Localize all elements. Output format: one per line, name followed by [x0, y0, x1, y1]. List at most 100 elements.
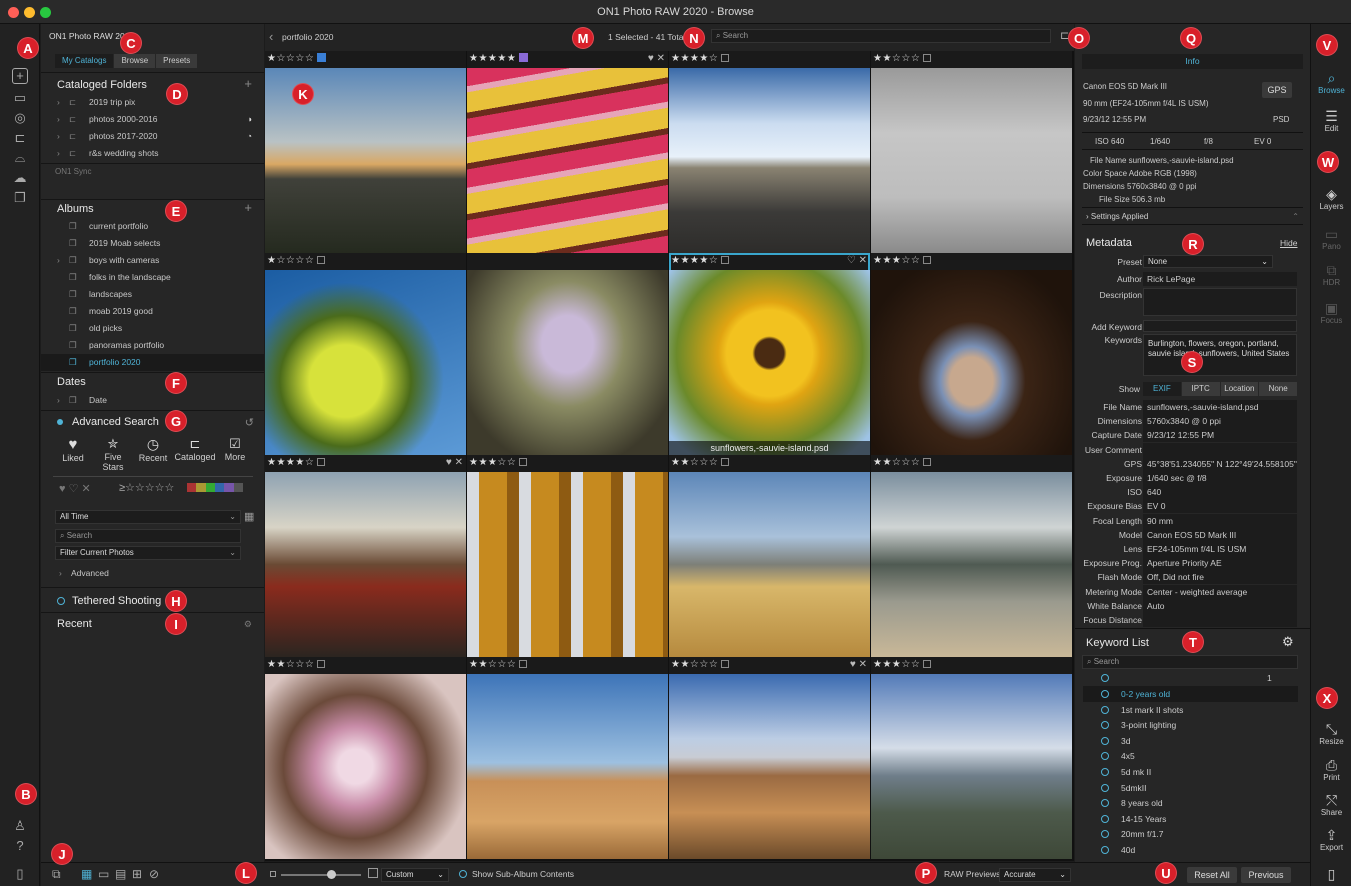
sub-album-checkbox[interactable]	[459, 870, 467, 878]
date-item[interactable]: › ❐ Date	[41, 392, 264, 409]
keyword-item[interactable]: 3-point lighting	[1083, 717, 1298, 733]
keyword-item[interactable]: 5d mk II	[1083, 764, 1298, 780]
add-keyword-field[interactable]	[1143, 320, 1297, 332]
star-rating[interactable]: ★★★★☆	[267, 456, 326, 470]
color-label[interactable]	[317, 256, 326, 264]
tab-iptc[interactable]: IPTC	[1181, 382, 1220, 396]
photo-image[interactable]	[265, 472, 466, 657]
folder-item[interactable]: › ⊏ r&s wedding shots	[41, 145, 264, 162]
photo-thumbnail[interactable]: ★★☆☆☆	[467, 657, 668, 859]
five-stars-filter[interactable]: ✮ Five Stars	[93, 436, 133, 472]
folder-item[interactable]: › ⊏ photos 2000-2016 ◑	[41, 111, 264, 128]
module-pano[interactable]: ▭ Pano	[1311, 226, 1351, 251]
camera-icon[interactable]: ◎	[12, 110, 28, 126]
drive-icon[interactable]: ⌓	[12, 150, 28, 166]
color-label[interactable]	[923, 660, 932, 668]
filmstrip-icon[interactable]: ⧉	[52, 867, 61, 882]
description-field[interactable]	[1143, 288, 1297, 316]
settings-applied-toggle[interactable]: › Settings Applied ⌃	[1082, 207, 1303, 225]
add-folder-button[interactable]: +	[244, 76, 252, 91]
module-focus[interactable]: ▣ Focus	[1311, 300, 1351, 325]
photo-thumbnail[interactable]: ★★☆☆☆ ♥ ✕	[669, 657, 870, 859]
color-label[interactable]	[721, 458, 730, 466]
photo-image[interactable]	[265, 270, 466, 455]
module-layers[interactable]: ◈ Layers	[1311, 186, 1351, 211]
color-label-filter[interactable]	[187, 483, 243, 492]
recent-filter[interactable]: ◷ Recent	[133, 436, 173, 463]
star-rating[interactable]: ★★☆☆☆	[873, 52, 932, 66]
resize-action[interactable]: ⤡ Resize	[1311, 721, 1351, 746]
photo-thumbnail[interactable]: ★★★☆☆	[871, 657, 1072, 859]
photo-image[interactable]	[669, 68, 870, 253]
color-label[interactable]	[317, 660, 326, 668]
keywords-field[interactable]: Burlington, flowers, oregon, portland, s…	[1143, 334, 1297, 376]
module-browse[interactable]: ⌕ Browse	[1311, 70, 1351, 95]
monitor-icon[interactable]: ▭	[12, 90, 28, 106]
color-label[interactable]	[519, 53, 529, 62]
tab-my-catalogs[interactable]: My Catalogs	[55, 54, 114, 68]
cataloged-filter[interactable]: ⊏ Cataloged	[173, 436, 217, 462]
album-item-selected[interactable]: ❐ portfolio 2020	[41, 354, 264, 371]
right-panel-toggle-icon[interactable]: ▯	[1311, 866, 1351, 882]
keyword-item[interactable]: 4x5	[1083, 748, 1298, 764]
photo-image[interactable]	[467, 270, 668, 455]
flag-filter-icons[interactable]: ♥ ♡ ✕	[59, 482, 91, 495]
star-rating[interactable]: ★★☆☆☆	[267, 658, 326, 672]
more-filter[interactable]: ☑ More	[217, 436, 253, 462]
photo-thumbnail[interactable]: ★★★★☆ ♡ ✕ sunflowers,-sauvie-island.psd	[669, 253, 870, 455]
tab-exif[interactable]: EXIF	[1143, 382, 1181, 396]
hide-metadata-link[interactable]: Hide	[1280, 238, 1297, 248]
filter-scope-select[interactable]: Filter Current Photos ⌄	[55, 546, 241, 560]
share-action[interactable]: ⤲ Share	[1311, 792, 1351, 817]
liked-filter[interactable]: ♥ Liked	[53, 436, 93, 463]
keyword-item[interactable]: 40d	[1083, 842, 1298, 858]
photo-image[interactable]	[871, 674, 1072, 859]
gear-icon[interactable]: ⚙	[1282, 634, 1294, 650]
photo-thumbnail[interactable]: ★★☆☆☆	[871, 51, 1072, 253]
star-rating[interactable]: ★★★★★	[469, 52, 529, 66]
keyword-item[interactable]: 14-15 Years	[1083, 811, 1298, 827]
zoom-window-button[interactable]	[40, 7, 51, 18]
folder-icon[interactable]: ⊏	[12, 130, 28, 146]
keyword-item[interactable]: 1st mark II shots	[1083, 702, 1298, 718]
panel-toggle-icon[interactable]: ▯	[12, 866, 28, 882]
like-reject-icons[interactable]: ♥ ✕	[446, 456, 463, 470]
color-label[interactable]	[519, 458, 528, 466]
rating-filter[interactable]: ≥☆☆☆☆☆	[119, 481, 174, 494]
album-item[interactable]: › ❐ boys with cameras	[41, 252, 264, 269]
color-label[interactable]	[519, 660, 528, 668]
add-album-button[interactable]: +	[244, 200, 252, 215]
previous-button[interactable]: Previous	[1241, 867, 1291, 883]
photo-image[interactable]	[669, 472, 870, 657]
folder-item[interactable]: › ⊏ 2019 trip pix	[41, 94, 264, 111]
module-edit[interactable]: ☰ Edit	[1311, 108, 1351, 133]
photo-thumbnail[interactable]: ★★★☆☆	[871, 253, 1072, 455]
color-label[interactable]	[721, 54, 730, 62]
minimize-window-button[interactable]	[24, 7, 35, 18]
add-icon[interactable]: +	[12, 68, 28, 84]
photo-image[interactable]	[871, 472, 1072, 657]
search-input[interactable]: ⌕ Search	[55, 529, 241, 543]
photo-thumbnail[interactable]: ★★★★★ ♥ ✕	[467, 51, 668, 253]
star-rating[interactable]: ★★★☆☆	[873, 658, 932, 672]
albums-icon[interactable]: ❐	[12, 190, 28, 206]
color-label[interactable]	[317, 53, 327, 62]
photo-image[interactable]	[871, 68, 1072, 253]
tab-info[interactable]: Info	[1082, 54, 1303, 69]
cloud-icon[interactable]: ☁	[12, 170, 28, 186]
folder-item[interactable]: › ⊏ photos 2017-2020 ◔	[41, 128, 264, 145]
help-icon[interactable]: ?	[12, 838, 28, 854]
star-rating[interactable]: ★☆☆☆☆	[267, 254, 326, 268]
export-action[interactable]: ⇪ Export	[1311, 827, 1351, 852]
like-reject-icons[interactable]: ♥ ✕	[648, 52, 665, 66]
tethered-toggle[interactable]	[57, 597, 65, 605]
keyword-item[interactable]: 20mm f/1.7	[1083, 826, 1298, 842]
user-icon[interactable]: ♙	[12, 818, 28, 834]
photo-thumbnail[interactable]: ★☆☆☆☆	[265, 51, 466, 253]
star-rating[interactable]: ★★★★☆	[671, 52, 730, 66]
album-item[interactable]: ❐ folks in the landscape	[41, 269, 264, 286]
like-reject-icons[interactable]: ♡ ✕	[847, 254, 867, 268]
close-window-button[interactable]	[8, 7, 19, 18]
photo-thumbnail[interactable]: ★★★☆☆	[467, 455, 668, 657]
star-rating[interactable]: ★★★☆☆	[469, 456, 528, 470]
